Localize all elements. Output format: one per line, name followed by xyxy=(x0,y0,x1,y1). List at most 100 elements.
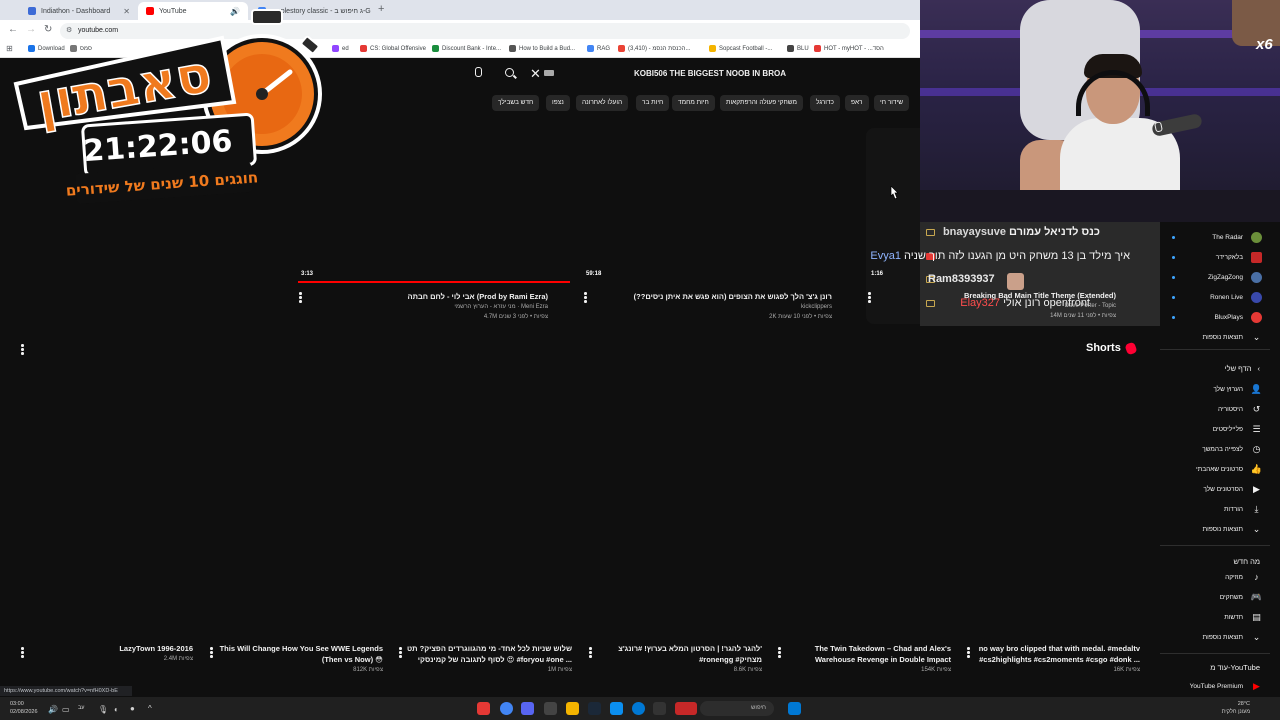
more-actions-icon[interactable] xyxy=(967,647,970,658)
show-more-button[interactable]: תוצאות נוספות ⌄ xyxy=(1203,521,1262,537)
windows-start-icon[interactable] xyxy=(788,702,801,715)
clear-search-icon[interactable]: ✕ xyxy=(530,66,541,82)
record-icon[interactable]: ● xyxy=(130,704,135,713)
live-indicator xyxy=(1172,316,1175,319)
bookmark-item[interactable]: ed xyxy=(332,45,349,52)
subscription-item[interactable]: Ronen Live xyxy=(1210,289,1262,305)
short-title-line: שלוש שניות לכל אחד- מי מהגווגרדים הפציק?… xyxy=(406,644,572,653)
edge-icon[interactable] xyxy=(632,702,645,715)
video-thumbnail[interactable] xyxy=(866,128,920,324)
more-actions-icon[interactable] xyxy=(210,647,213,658)
video-channel[interactable]: kickclippers xyxy=(801,304,832,310)
show-more-button[interactable]: תוצאות נוספות ⌄ xyxy=(1203,629,1262,645)
channel-avatar xyxy=(1251,291,1262,303)
short-title[interactable]: LazyTown 1996-2016 xyxy=(119,643,193,654)
subscription-item[interactable]: ZigZagZong xyxy=(1208,269,1262,285)
video-title[interactable]: רונן ג'צ' הלך לפגוש את הצופים (הוא פגש א… xyxy=(634,292,832,301)
chip-live[interactable]: שידור חי xyxy=(874,95,909,111)
new-tab-button[interactable]: + xyxy=(378,3,384,15)
live-indicator xyxy=(1172,256,1175,259)
app-icon[interactable] xyxy=(610,702,623,715)
microphone-tray-icon[interactable]: 🎙 xyxy=(98,705,108,714)
language-indicator[interactable]: עב xyxy=(78,705,85,711)
chip-action-adventure[interactable]: משחקי פעולה והרפתקאות xyxy=(720,95,803,111)
bookmark-item[interactable]: How to Build a Bud... xyxy=(509,45,575,52)
search-input[interactable]: KOBI506 THE BIGGEST NOOB IN BROA xyxy=(548,64,918,86)
more-from-youtube-header: עוד מ-YouTube xyxy=(1210,663,1260,672)
bookmark-item[interactable]: RAG xyxy=(587,45,610,52)
chip-wildlife[interactable]: חיות בר xyxy=(636,95,670,111)
short-title[interactable]: The Twin Takedown – Chad and Alex's Ware… xyxy=(815,643,951,665)
sidebar-item-watch-later[interactable]: לצפייה בהמשך ◷ xyxy=(1202,441,1262,457)
chip-rap[interactable]: ראפ xyxy=(845,95,869,111)
headphones-app-icon[interactable] xyxy=(544,702,557,715)
bookmark-item[interactable]: (3,410) - הכנסת הנסמ... xyxy=(618,45,690,52)
sidebar-item-liked[interactable]: סרטונים שאהבתי 👍 xyxy=(1196,461,1262,477)
bookmark-favicon-icon xyxy=(814,45,821,52)
steam-icon[interactable] xyxy=(588,702,601,715)
volume-icon[interactable]: 🔊 xyxy=(48,705,58,714)
channel-avatar xyxy=(1251,251,1262,263)
sidebar-item-gaming[interactable]: משחקים 🎮 xyxy=(1220,589,1262,605)
taskbar-search[interactable]: חיפוש xyxy=(700,701,774,716)
chip-pets[interactable]: חיות מחמד xyxy=(672,95,715,111)
short-views: 154K צפיות xyxy=(921,667,951,673)
voice-search-icon[interactable] xyxy=(472,67,484,81)
you-section-header[interactable]: הדף שלי ‹ xyxy=(1225,364,1260,373)
more-actions-icon[interactable] xyxy=(868,292,871,303)
taskbar-app-icon[interactable] xyxy=(477,702,490,715)
more-actions-icon[interactable] xyxy=(21,647,24,658)
chrome-icon[interactable] xyxy=(500,702,513,715)
chip-watched[interactable]: נצפו xyxy=(546,95,570,111)
more-actions-icon[interactable] xyxy=(589,647,592,658)
subscription-label: BluxPlays xyxy=(1214,313,1243,321)
sidebar-item-history[interactable]: היסטוריה ↺ xyxy=(1218,401,1262,417)
bookmark-item[interactable]: HOT - myHOT - ...הסד xyxy=(814,45,884,52)
short-title[interactable]: שלוש שניות לכל אחד- מי מהגווגרדים הפציק?… xyxy=(407,643,572,665)
shorts-header: Shorts xyxy=(1086,342,1121,354)
bookmark-item[interactable]: CS: Global Offensive xyxy=(360,45,426,52)
history-icon: ↺ xyxy=(1252,403,1261,414)
more-actions-icon[interactable] xyxy=(584,292,587,303)
subscription-item[interactable]: The Radar xyxy=(1212,229,1262,245)
sidebar-item-your-channel[interactable]: הערוץ שלך 👤 xyxy=(1213,381,1262,397)
more-actions-icon[interactable] xyxy=(778,647,781,658)
short-title[interactable]: להגר להגר! | הסרטון המלא בערוץ! #רונג'צ'… xyxy=(618,643,762,665)
sidebar-item-playlists[interactable]: פלייליסטים ☰ xyxy=(1213,421,1262,437)
search-icon[interactable] xyxy=(505,68,517,80)
more-actions-icon[interactable] xyxy=(399,647,402,658)
app-icon[interactable] xyxy=(653,702,666,715)
sidebar-item-label: הורדות xyxy=(1223,505,1243,513)
sidebar-item-news[interactable]: חדשות ▤ xyxy=(1224,609,1262,625)
bookmark-item[interactable]: Sopcast Football -... xyxy=(709,45,772,52)
shelf-menu-icon[interactable] xyxy=(21,344,24,355)
chip-football[interactable]: כדורגל xyxy=(810,95,840,111)
app-icon[interactable] xyxy=(675,702,697,715)
tray-expand-icon[interactable]: ^ xyxy=(148,704,152,713)
video-title[interactable]: Breaking Bad Main Title Theme (Extended) xyxy=(964,291,1116,300)
subscription-item[interactable]: בלאקרידר xyxy=(1216,249,1262,265)
discord-icon[interactable] xyxy=(521,702,534,715)
chevron-down-icon: ⌄ xyxy=(1252,523,1261,534)
bookmark-item[interactable]: BLU xyxy=(787,45,809,52)
sidebar-item-downloads[interactable]: הורדות ⤓ xyxy=(1224,501,1262,517)
short-title[interactable]: This Will Change How You See WWE Legends… xyxy=(220,643,383,665)
sidebar-item-your-videos[interactable]: הסרטונים שלך ▶ xyxy=(1203,481,1262,497)
display-icon[interactable]: ▭ xyxy=(62,705,70,714)
video-title[interactable]: אבי לוי - לחם חבתה (Prod by Rami Ezra) xyxy=(408,292,548,301)
sidebar-item-youtube-premium[interactable]: YouTube Premium ▶ xyxy=(1190,678,1262,694)
file-explorer-icon[interactable] xyxy=(566,702,579,715)
bookmark-favicon-icon xyxy=(360,45,367,52)
chip-recently-uploaded[interactable]: הועלו לאחרונה xyxy=(576,95,629,111)
video-channel[interactable]: Dave Porter - Topic xyxy=(1065,303,1116,309)
sidebar-item-music[interactable]: מוזיקה ♪ xyxy=(1225,569,1262,585)
bookmark-favicon-icon xyxy=(332,45,339,52)
network-icon[interactable]: ◐ xyxy=(114,705,119,714)
video-channel[interactable]: מני עזרא - הערוץ הרשמי · Meni Ezra xyxy=(454,304,548,310)
more-actions-icon[interactable] xyxy=(299,292,302,303)
bookmark-item[interactable]: Discount Bank - Inte... xyxy=(432,45,501,52)
show-more-button[interactable]: תוצאות נוספות ⌄ xyxy=(1203,329,1262,345)
short-title[interactable]: no way bro clipped that with medal. #med… xyxy=(979,643,1140,665)
chip-new-for-you[interactable]: חדש בשבילך xyxy=(492,95,540,111)
subscription-item[interactable]: BluxPlays xyxy=(1214,309,1262,325)
